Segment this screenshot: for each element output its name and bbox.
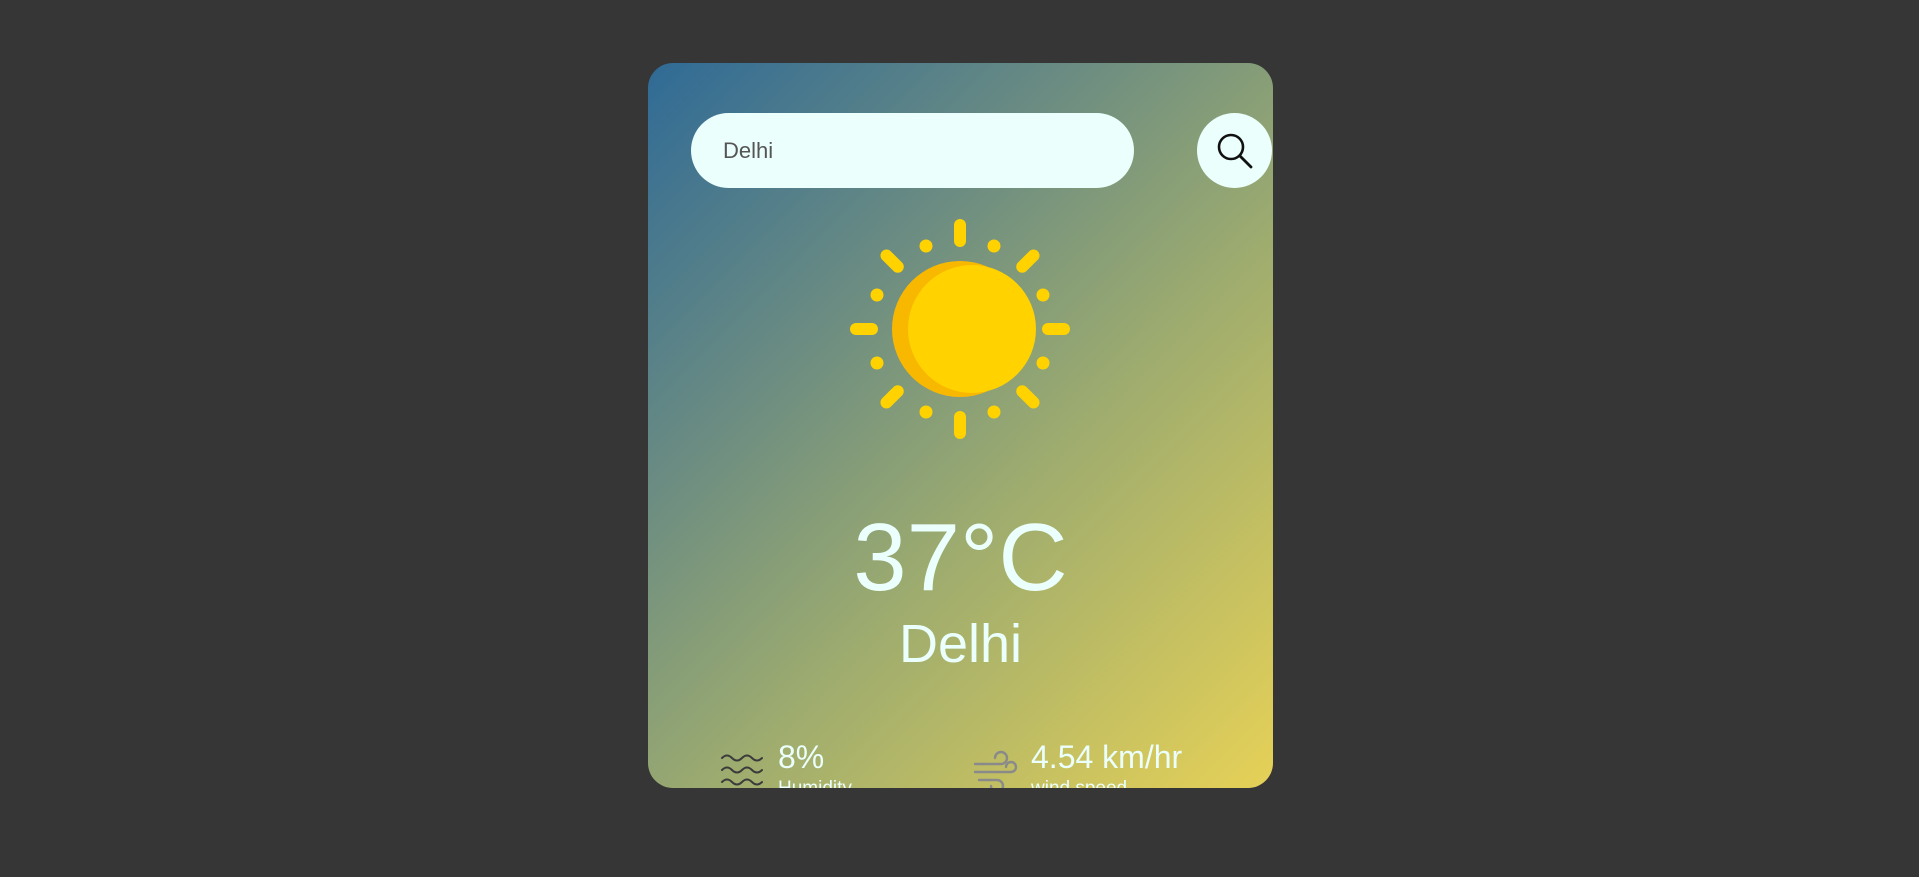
wind-speed-value: 4.54 km/hr xyxy=(1031,739,1183,775)
search-bar xyxy=(691,113,1272,188)
weather-card: 37°C Delhi 8% Humidity 4.54 km/hr wind s… xyxy=(648,63,1273,788)
waves-icon xyxy=(721,754,763,786)
humidity-label: Humidity xyxy=(778,777,852,788)
search-input[interactable] xyxy=(691,113,1134,188)
temperature: 37°C xyxy=(853,504,1068,611)
city-name: Delhi xyxy=(898,614,1023,674)
wind-speed-label: wind speed xyxy=(1031,777,1182,788)
humidity-value: 8% xyxy=(778,739,825,775)
wind-icon xyxy=(973,750,1018,788)
wind-detail: 4.54 km/hr wind speed xyxy=(971,735,1182,788)
sun-icon xyxy=(850,219,1070,439)
search-icon xyxy=(1217,133,1252,168)
humidity-detail: 8% Humidity xyxy=(718,735,852,788)
search-button[interactable] xyxy=(1197,113,1272,188)
